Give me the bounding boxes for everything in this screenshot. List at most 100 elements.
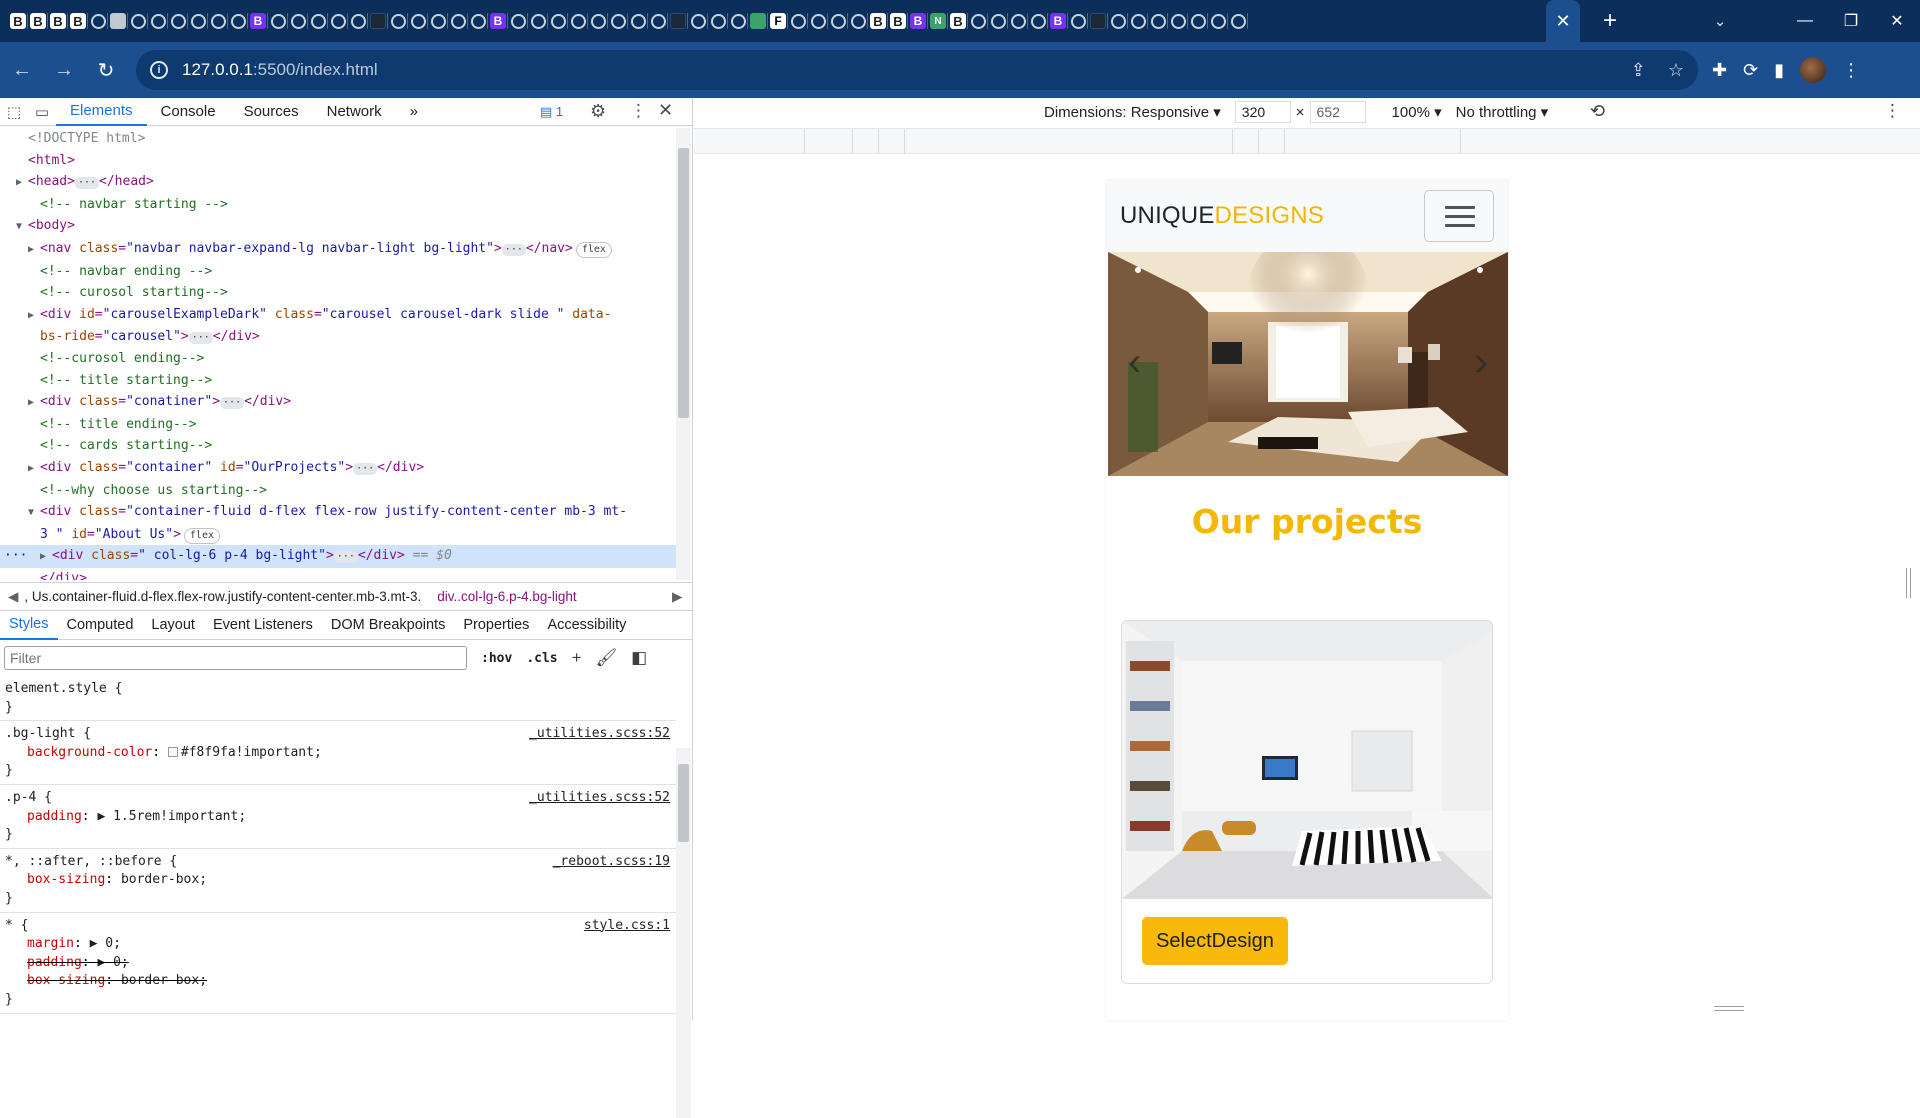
- dom-node-line[interactable]: <!--why choose us starting-->: [0, 480, 676, 502]
- styles-pane[interactable]: element.style {} .bg-light {_utilities.sc…: [0, 676, 676, 1118]
- navbar-toggler-button[interactable]: [1424, 190, 1494, 242]
- dom-node-line[interactable]: ··· ▶ <div class=" col-lg-6 p-4 bg-light">…: [0, 545, 676, 568]
- side-panel-icon[interactable]: ▮: [1774, 60, 1784, 81]
- browser-tab[interactable]: B: [248, 0, 268, 42]
- browser-tab[interactable]: B: [68, 0, 88, 42]
- browser-tab[interactable]: [228, 0, 248, 42]
- rotate-icon[interactable]: ⟲: [1590, 101, 1605, 122]
- subtab-computed[interactable]: Computed: [58, 610, 143, 640]
- browser-tab[interactable]: [408, 0, 428, 42]
- tab-search-button[interactable]: ⌄: [1700, 0, 1740, 42]
- subtab-event-listeners[interactable]: Event Listeners: [204, 610, 322, 640]
- browser-tab[interactable]: [1148, 0, 1168, 42]
- breadcrumb-item-current[interactable]: div..col-lg-6.p-4.bg-light: [437, 589, 576, 604]
- breadcrumb-item[interactable]: , Us.container-fluid.d-flex.flex-row.jus…: [24, 589, 421, 604]
- dom-node-line[interactable]: <!-- curosol starting-->: [0, 282, 676, 304]
- dom-node-line[interactable]: <!-- title starting-->: [0, 370, 676, 392]
- browser-tab[interactable]: [1028, 0, 1048, 42]
- browser-tab[interactable]: B: [1048, 0, 1068, 42]
- dom-node-line[interactable]: <!DOCTYPE html>: [0, 128, 676, 150]
- dom-node-line[interactable]: ▼ <body>: [0, 215, 676, 238]
- dom-node-line[interactable]: <html>: [0, 150, 676, 172]
- browser-tab[interactable]: [1188, 0, 1208, 42]
- browser-tab[interactable]: [208, 0, 228, 42]
- site-info-icon[interactable]: i: [150, 61, 168, 79]
- dom-node-line[interactable]: <!-- navbar starting -->: [0, 194, 676, 216]
- styles-filter-input[interactable]: [4, 646, 467, 670]
- dom-node-line[interactable]: ▶ <div class="container" id="OurProjects"…: [0, 457, 676, 480]
- browser-menu-icon[interactable]: ⋮: [1842, 60, 1860, 81]
- dom-node-line[interactable]: bs-ride="carousel"> ··· </div>: [0, 326, 676, 348]
- back-button[interactable]: ←: [2, 50, 42, 90]
- issues-counter[interactable]: ▤ 1: [540, 104, 563, 120]
- css-declaration[interactable]: box-sizing: border-box;: [5, 972, 672, 991]
- tab-elements[interactable]: Elements: [56, 98, 147, 126]
- browser-tab[interactable]: [1008, 0, 1028, 42]
- new-tab-button[interactable]: +: [1590, 0, 1630, 42]
- browser-tab[interactable]: [168, 0, 188, 42]
- browser-tab[interactable]: [1208, 0, 1228, 42]
- browser-tab[interactable]: [648, 0, 668, 42]
- subtab-properties[interactable]: Properties: [454, 610, 538, 640]
- paint-icon[interactable]: 🖌: [596, 648, 618, 668]
- close-devtools-icon[interactable]: ✕: [658, 100, 673, 121]
- browser-tab[interactable]: [368, 0, 388, 42]
- share-icon[interactable]: ⇪: [1631, 60, 1646, 81]
- browser-tab[interactable]: B: [28, 0, 48, 42]
- rule-selector[interactable]: * {: [5, 917, 672, 936]
- devtools-menu-icon[interactable]: ⋮: [630, 101, 647, 121]
- browser-tab[interactable]: [388, 0, 408, 42]
- browser-tab[interactable]: [988, 0, 1008, 42]
- browser-tab[interactable]: [468, 0, 488, 42]
- dom-node-line[interactable]: 3 " id="About Us"> flex: [0, 524, 676, 546]
- dom-node-line[interactable]: <!-- cards starting-->: [0, 435, 676, 457]
- tab-network[interactable]: Network: [313, 98, 396, 126]
- browser-tab[interactable]: [428, 0, 448, 42]
- css-declaration[interactable]: padding: ▶ 0;: [5, 954, 672, 973]
- browser-tab[interactable]: [108, 0, 128, 42]
- dom-scrollbar[interactable]: [676, 128, 691, 580]
- inspect-element-icon[interactable]: ⬚: [0, 98, 28, 126]
- css-declaration[interactable]: margin: ▶ 0;: [5, 935, 672, 954]
- subtab-accessibility[interactable]: Accessibility: [538, 610, 635, 640]
- browser-tab[interactable]: [348, 0, 368, 42]
- browser-tab[interactable]: [1128, 0, 1148, 42]
- browser-tab[interactable]: [728, 0, 748, 42]
- dom-node-line[interactable]: ▶ <head> ··· </head>: [0, 171, 676, 194]
- browser-tab[interactable]: [1228, 0, 1248, 42]
- browser-tab[interactable]: [608, 0, 628, 42]
- breadcrumb-right-arrow[interactable]: ▶: [672, 589, 682, 605]
- browser-tab[interactable]: [828, 0, 848, 42]
- settings-gear-icon[interactable]: ⚙: [590, 101, 606, 122]
- css-declaration[interactable]: padding: ▶ 1.5rem!important;: [5, 808, 672, 827]
- forward-button[interactable]: →: [44, 50, 84, 90]
- subtab-dom-breakpoints[interactable]: DOM Breakpoints: [322, 610, 454, 640]
- rule-source-link[interactable]: _utilities.scss:52: [529, 725, 670, 744]
- width-input[interactable]: 320: [1234, 101, 1291, 123]
- bookmark-star-icon[interactable]: ☆: [1668, 60, 1684, 81]
- browser-tab[interactable]: [748, 0, 768, 42]
- media-query-ruler[interactable]: [694, 128, 1920, 154]
- carousel-prev-icon[interactable]: ‹: [1128, 340, 1141, 385]
- css-declaration[interactable]: box-sizing: border-box;: [5, 871, 672, 890]
- sidebar-toggle-icon[interactable]: ◧: [631, 648, 647, 668]
- url-text[interactable]: 127.0.0.1:5500/index.html: [182, 60, 378, 80]
- browser-tab[interactable]: B: [948, 0, 968, 42]
- dom-node-line[interactable]: ▼ <div class="container-fluid d-flex flex…: [0, 501, 676, 524]
- css-declaration[interactable]: background-color: #f8f9fa!important;: [5, 744, 672, 763]
- address-bar[interactable]: i 127.0.0.1:5500/index.html ⇪ ☆: [136, 50, 1698, 90]
- dom-node-line[interactable]: ▶ <div id="carouselExampleDark" class="ca…: [0, 304, 676, 327]
- dom-tree[interactable]: <!DOCTYPE html> <html> ▶ <head> ··· </head> <!…: [0, 128, 676, 580]
- browser-tab[interactable]: [508, 0, 528, 42]
- viewport-right-resize-handle[interactable]: [1906, 568, 1911, 598]
- browser-tab[interactable]: [968, 0, 988, 42]
- viewport-bottom-resize-handle[interactable]: [1714, 1006, 1744, 1011]
- select-design-button[interactable]: SelectDesign: [1142, 917, 1288, 965]
- rule-source-link[interactable]: _utilities.scss:52: [529, 789, 670, 808]
- browser-tab[interactable]: [328, 0, 348, 42]
- browser-tab[interactable]: [668, 0, 688, 42]
- browser-tab[interactable]: [188, 0, 208, 42]
- browser-tab[interactable]: [708, 0, 728, 42]
- browser-tab[interactable]: B: [48, 0, 68, 42]
- rule-source-link[interactable]: _reboot.scss:19: [553, 853, 670, 872]
